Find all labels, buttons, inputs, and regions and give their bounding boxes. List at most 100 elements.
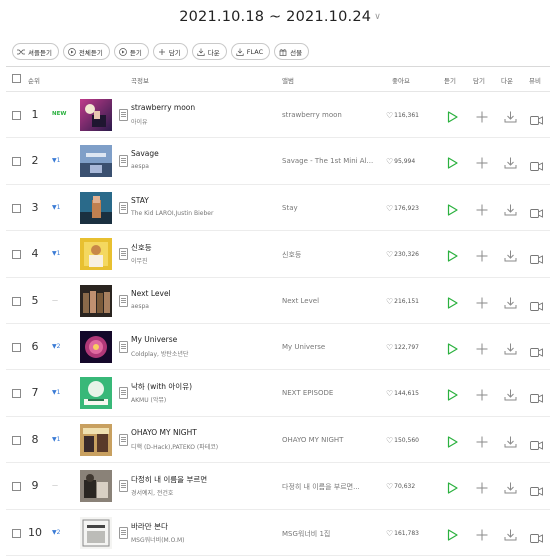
album-name[interactable]: NEXT EPISODE	[282, 389, 333, 397]
add-icon[interactable]	[476, 201, 488, 220]
mv-icon[interactable]	[530, 110, 543, 129]
song-info-icon[interactable]	[119, 526, 128, 539]
album-art[interactable]	[80, 330, 112, 363]
like-button[interactable]: ♡176,923	[386, 204, 419, 213]
album-name[interactable]: MSG워너비 1집	[282, 529, 330, 539]
row-checkbox[interactable]	[12, 296, 21, 306]
like-button[interactable]: ♡230,326	[386, 250, 419, 259]
song-title[interactable]: 다정히 내 이름을 부르면	[131, 474, 207, 485]
album-art[interactable]	[80, 238, 112, 271]
album-art[interactable]	[80, 99, 112, 131]
song-title[interactable]: Next Level	[131, 289, 171, 298]
download-icon[interactable]	[504, 154, 517, 173]
song-title[interactable]: 신호등	[131, 242, 152, 253]
song-info-icon[interactable]	[119, 109, 128, 121]
row-checkbox[interactable]	[12, 111, 21, 120]
like-button[interactable]: ♡70,632	[386, 482, 415, 491]
like-button[interactable]: ♡161,783	[386, 529, 419, 538]
add-icon[interactable]	[476, 526, 488, 545]
download-icon[interactable]	[504, 108, 517, 127]
download-icon[interactable]	[504, 294, 517, 313]
mv-icon[interactable]	[530, 481, 543, 500]
song-info-icon[interactable]	[119, 294, 128, 307]
mv-icon[interactable]	[530, 296, 543, 315]
add-icon[interactable]	[476, 108, 488, 127]
add-icon[interactable]	[476, 154, 488, 173]
download-icon[interactable]	[504, 386, 517, 405]
flac-button[interactable]: FLAC	[230, 43, 271, 60]
mv-icon[interactable]	[530, 249, 543, 268]
row-checkbox[interactable]	[12, 435, 21, 445]
add-icon[interactable]	[476, 294, 488, 313]
album-art[interactable]	[80, 516, 112, 549]
like-button[interactable]: ♡122,797	[386, 343, 419, 352]
mv-icon[interactable]	[530, 342, 543, 361]
play-icon[interactable]	[447, 108, 458, 127]
row-checkbox[interactable]	[12, 482, 21, 492]
like-button[interactable]: ♡95,994	[386, 157, 415, 166]
download-button[interactable]: 다운	[191, 43, 227, 60]
download-icon[interactable]	[504, 433, 517, 452]
album-art[interactable]	[80, 377, 112, 410]
song-title[interactable]: strawberry moon	[131, 103, 195, 112]
album-art[interactable]	[80, 470, 112, 503]
mv-icon[interactable]	[530, 388, 543, 407]
play-icon[interactable]	[447, 526, 458, 545]
song-title[interactable]: My Universe	[131, 335, 177, 344]
play-icon[interactable]	[447, 433, 458, 452]
select-all-checkbox[interactable]	[12, 74, 21, 83]
album-name[interactable]: 다정히 내 이름을 부르면...	[282, 482, 360, 492]
download-icon[interactable]	[504, 340, 517, 359]
play-icon[interactable]	[447, 479, 458, 498]
play-icon[interactable]	[447, 201, 458, 220]
row-checkbox[interactable]	[12, 203, 21, 213]
download-icon[interactable]	[504, 201, 517, 220]
song-title[interactable]: OHAYO MY NIGHT	[131, 428, 197, 437]
album-art[interactable]	[80, 284, 112, 317]
play-icon[interactable]	[447, 154, 458, 173]
add-icon[interactable]	[476, 386, 488, 405]
add-button[interactable]: 담기	[152, 43, 188, 60]
artist-name[interactable]: 이무진	[131, 256, 148, 265]
play-icon[interactable]	[447, 340, 458, 359]
album-name[interactable]: 신호등	[282, 250, 301, 260]
album-name[interactable]: Savage - The 1st Mini Al...	[282, 157, 373, 165]
mv-icon[interactable]	[530, 156, 543, 175]
song-info-icon[interactable]	[119, 340, 128, 353]
mv-icon[interactable]	[530, 203, 543, 222]
song-info-icon[interactable]	[119, 387, 128, 400]
play-icon[interactable]	[447, 386, 458, 405]
album-name[interactable]: strawberry moon	[282, 111, 342, 119]
album-name[interactable]: Stay	[282, 204, 298, 212]
add-icon[interactable]	[476, 479, 488, 498]
add-icon[interactable]	[476, 247, 488, 266]
song-info-icon[interactable]	[119, 155, 128, 168]
song-title[interactable]: 바라만 본다	[131, 521, 168, 532]
like-button[interactable]: ♡216,151	[386, 297, 419, 306]
row-checkbox[interactable]	[12, 389, 21, 399]
artist-name[interactable]: 아이유	[131, 117, 148, 126]
add-icon[interactable]	[476, 340, 488, 359]
song-title[interactable]: STAY	[131, 196, 149, 205]
album-name[interactable]: OHAYO MY NIGHT	[282, 436, 343, 444]
album-art[interactable]	[80, 423, 112, 456]
song-info-icon[interactable]	[119, 201, 128, 214]
song-info-icon[interactable]	[119, 433, 128, 446]
artist-name[interactable]: AKMU (악뮤)	[131, 395, 166, 404]
album-art[interactable]	[80, 191, 112, 224]
artist-name[interactable]: Coldplay, 방탄소년단	[131, 349, 188, 358]
play-icon[interactable]	[447, 294, 458, 313]
gift-button[interactable]: 선물	[274, 43, 310, 60]
download-icon[interactable]	[504, 479, 517, 498]
date-range[interactable]: 2021.10.18 ~ 2021.10.24	[179, 9, 371, 25]
artist-name[interactable]: aespa	[131, 163, 149, 170]
song-info-icon[interactable]	[119, 480, 128, 493]
song-title[interactable]: Savage	[131, 149, 159, 158]
play-icon[interactable]	[447, 247, 458, 266]
row-checkbox[interactable]	[12, 157, 21, 167]
mv-icon[interactable]	[530, 528, 543, 547]
artist-name[interactable]: The Kid LAROI,Justin Bieber	[131, 210, 213, 217]
play-all-button[interactable]: 전체듣기	[62, 43, 110, 60]
album-art[interactable]	[80, 145, 112, 178]
artist-name[interactable]: MSG워너비(M.O.M)	[131, 535, 185, 544]
